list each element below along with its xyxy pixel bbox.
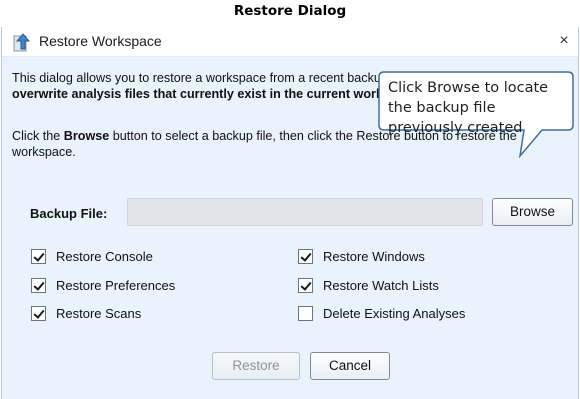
instructions-browse: Browse	[63, 129, 110, 143]
option-label: Restore Scans	[56, 305, 142, 321]
backup-file-input[interactable]	[127, 198, 483, 226]
checkbox-icon[interactable]	[298, 305, 313, 321]
checkbox-icon[interactable]	[31, 305, 46, 321]
option-label: Restore Preferences	[56, 277, 176, 293]
intro-plain: This dialog allows you to restore a work…	[12, 71, 395, 85]
cancel-button[interactable]: Cancel	[310, 352, 390, 380]
instructions-pre: Click the	[12, 129, 64, 143]
option-restore-scans[interactable]: Restore Scans	[31, 304, 141, 322]
callout-tooltip: Click Browse to locate the backup file p…	[378, 71, 574, 158]
option-delete-existing-analyses[interactable]: Delete Existing Analyses	[298, 304, 465, 322]
browse-button[interactable]: Browse	[492, 198, 573, 226]
title-bar[interactable]: Restore Workspace ×	[2, 27, 578, 57]
option-restore-windows[interactable]: Restore Windows	[298, 247, 425, 265]
checkbox-icon[interactable]	[31, 277, 46, 293]
option-restore-watch-lists[interactable]: Restore Watch Lists	[298, 276, 439, 294]
option-label: Restore Console	[56, 248, 153, 264]
window-title: Restore Workspace	[39, 33, 162, 49]
option-label: Restore Windows	[323, 248, 425, 264]
checkbox-icon[interactable]	[298, 277, 313, 293]
callout-text: Click Browse to locate the backup file p…	[388, 80, 549, 136]
backup-file-label: Backup File:	[30, 206, 108, 221]
figure-title: Restore Dialog	[233, 3, 347, 19]
option-restore-console[interactable]: Restore Console	[31, 247, 153, 265]
close-icon[interactable]: ×	[554, 31, 574, 51]
option-label: Restore Watch Lists	[323, 277, 439, 293]
checkbox-icon[interactable]	[298, 248, 313, 264]
restore-arrow-icon	[12, 33, 32, 52]
option-restore-preferences[interactable]: Restore Preferences	[31, 276, 175, 294]
option-label: Delete Existing Analyses	[323, 305, 466, 321]
checkbox-icon[interactable]	[31, 248, 46, 264]
restore-button[interactable]: Restore	[212, 352, 300, 380]
